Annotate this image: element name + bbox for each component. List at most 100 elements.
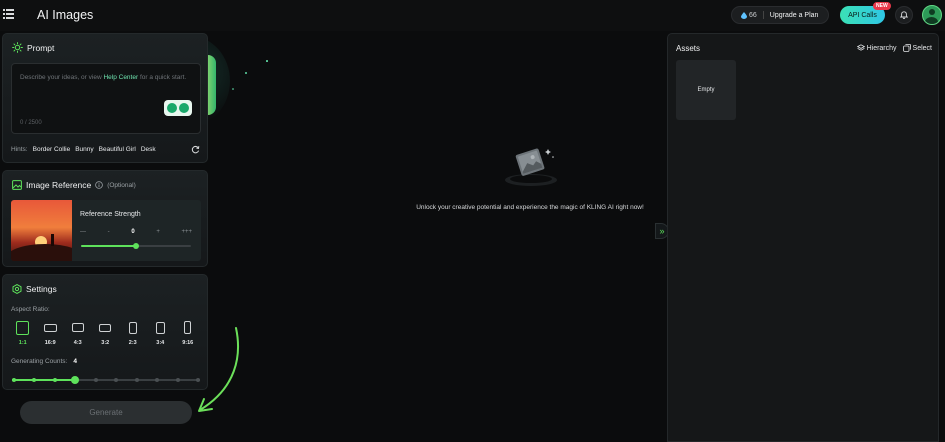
page-title: AI Images: [37, 8, 94, 22]
aspect-ratio-option[interactable]: 16:9: [37, 319, 65, 346]
settings-title: Settings: [26, 284, 57, 294]
slider-handle[interactable]: [133, 243, 139, 249]
decorative-spark: [232, 88, 234, 90]
assets-panel: Assets Hierarchy Select Empty: [667, 33, 939, 442]
sun-icon: [12, 42, 23, 53]
decorative-glow-edge: [208, 55, 216, 115]
hand-drawn-arrow: [198, 327, 239, 412]
prompt-input[interactable]: Describe your ideas, or view Help Center…: [11, 63, 201, 134]
generate-button[interactable]: Generate: [20, 401, 192, 424]
hint-chip[interactable]: Bunny: [75, 146, 93, 153]
char-count: 0 / 2500: [20, 120, 42, 126]
aspect-ratio-option[interactable]: 3:2: [92, 319, 120, 346]
reference-strength-ticks: — - 0 + +++: [80, 229, 192, 235]
aspect-ratio-icon: [99, 323, 112, 332]
avatar[interactable]: [922, 5, 942, 25]
divider: [762, 11, 764, 19]
tick-label: +++: [181, 229, 192, 235]
aspect-ratio-option[interactable]: 3:4: [147, 319, 175, 346]
settings-panel: Settings Aspect Ratio: 1:1 16:9 4:3 3:2 2:3 3…: [2, 274, 208, 390]
hints-label: Hints:: [11, 146, 28, 153]
tick-label: -: [107, 229, 110, 235]
slider-handle[interactable]: [71, 376, 80, 384]
credits-count: 66: [749, 11, 757, 19]
hierarchy-label: Hierarchy: [866, 44, 897, 52]
prompt-panel: Prompt Describe your ideas, or view Help…: [2, 33, 208, 163]
hint-chip[interactable]: Border Collie: [33, 146, 71, 153]
aspect-ratio-label: 3:4: [156, 340, 165, 346]
aspect-ratio-shape-wrap: [128, 319, 137, 336]
count-step-dot[interactable]: [12, 378, 16, 382]
image-reference-title: Image Reference: [26, 180, 92, 190]
assets-title: Assets: [676, 44, 701, 53]
aspect-ratio-shape-wrap: [71, 319, 84, 336]
tick-label: —: [80, 229, 86, 235]
hints-row: Hints: Border Collie Bunny Beautiful Gir…: [11, 146, 156, 153]
empty-gallery-icon: [505, 148, 557, 186]
prompt-title: Prompt: [27, 42, 55, 53]
count-step-dot[interactable]: [52, 378, 57, 382]
count-step-dot[interactable]: [134, 378, 139, 382]
layers-icon: [856, 44, 865, 51]
optional-label: (Optional): [107, 181, 136, 189]
generating-counts-label: Generating Counts: 4: [11, 358, 77, 365]
aspect-ratio-shape-wrap: [43, 319, 57, 336]
count-step-dot[interactable]: [175, 378, 180, 382]
reference-strength-label: Reference Strength: [80, 211, 141, 218]
prompt-header: Prompt: [12, 42, 54, 53]
aspect-ratio-icon: [155, 321, 165, 334]
placeholder-text-end: for a quick start.: [138, 74, 187, 81]
aspect-ratio-shape-wrap: [155, 319, 165, 336]
info-icon[interactable]: [95, 181, 104, 189]
new-badge: NEW: [873, 2, 891, 10]
settings-header: Settings: [12, 284, 57, 294]
count-step-dot[interactable]: [93, 378, 98, 382]
magic-icon: [179, 103, 189, 113]
hierarchy-button[interactable]: Hierarchy: [856, 44, 897, 52]
credits-upgrade-button[interactable]: 66 Upgrade a Plan: [731, 6, 829, 24]
generating-counts-text: Generating Counts:: [11, 358, 68, 365]
aspect-ratio-shape-wrap: [16, 319, 30, 336]
slider-fill: [12, 379, 76, 381]
select-button[interactable]: Select: [902, 44, 932, 52]
menu-icon[interactable]: [3, 9, 14, 20]
notifications-button[interactable]: [895, 6, 913, 24]
reference-image[interactable]: [11, 200, 72, 261]
image-reference-header: Image Reference (Optional): [12, 180, 136, 190]
count-step-dot[interactable]: [32, 378, 37, 382]
refresh-icon[interactable]: [191, 145, 200, 154]
reference-image-figure: [51, 234, 54, 246]
bulb-icon: [167, 103, 177, 113]
aspect-ratio-option[interactable]: 1:1: [9, 319, 37, 346]
prompt-placeholder: Describe your ideas, or view Help Center…: [20, 72, 190, 84]
double-chevron-right-icon: »: [659, 226, 665, 236]
aspect-ratio-icon: [16, 320, 30, 335]
tick-label: +: [156, 229, 160, 235]
credit-drop-icon: [741, 11, 747, 19]
generating-counts-slider[interactable]: [12, 376, 200, 384]
aspect-ratio-label: 4:3: [73, 340, 82, 346]
aspect-ratio-option[interactable]: 2:3: [119, 319, 147, 346]
help-center-link[interactable]: Help Center: [103, 74, 138, 81]
generating-counts-value: 4: [73, 358, 77, 365]
reference-strength-panel: Reference Strength — - 0 + +++: [72, 200, 201, 261]
aspect-ratio-icon: [43, 323, 57, 332]
decorative-spark: [245, 72, 247, 74]
top-bar: AI Images 66 Upgrade a Plan API Calls NE…: [0, 0, 945, 31]
aspect-ratio-label: 2:3: [128, 340, 137, 346]
hint-chip[interactable]: Beautiful Girl: [99, 146, 136, 153]
aspect-ratio-label: Aspect Ratio:: [11, 306, 50, 313]
select-label: Select: [912, 44, 932, 52]
aspect-ratio-option[interactable]: 4:3: [64, 319, 92, 346]
count-step-dot[interactable]: [114, 378, 119, 382]
reference-strength-slider[interactable]: [81, 243, 191, 249]
slider-fill: [81, 245, 136, 247]
decorative-spark: [266, 60, 268, 62]
prompt-assist-button[interactable]: [164, 100, 192, 116]
image-reference-panel: Image Reference (Optional) Reference Str…: [2, 170, 208, 267]
reference-image-hill: [11, 244, 72, 261]
upgrade-plan-label: Upgrade a Plan: [769, 11, 819, 19]
select-icon: [902, 44, 911, 52]
count-step-dot[interactable]: [155, 378, 160, 382]
hint-chip[interactable]: Desk: [141, 146, 156, 153]
